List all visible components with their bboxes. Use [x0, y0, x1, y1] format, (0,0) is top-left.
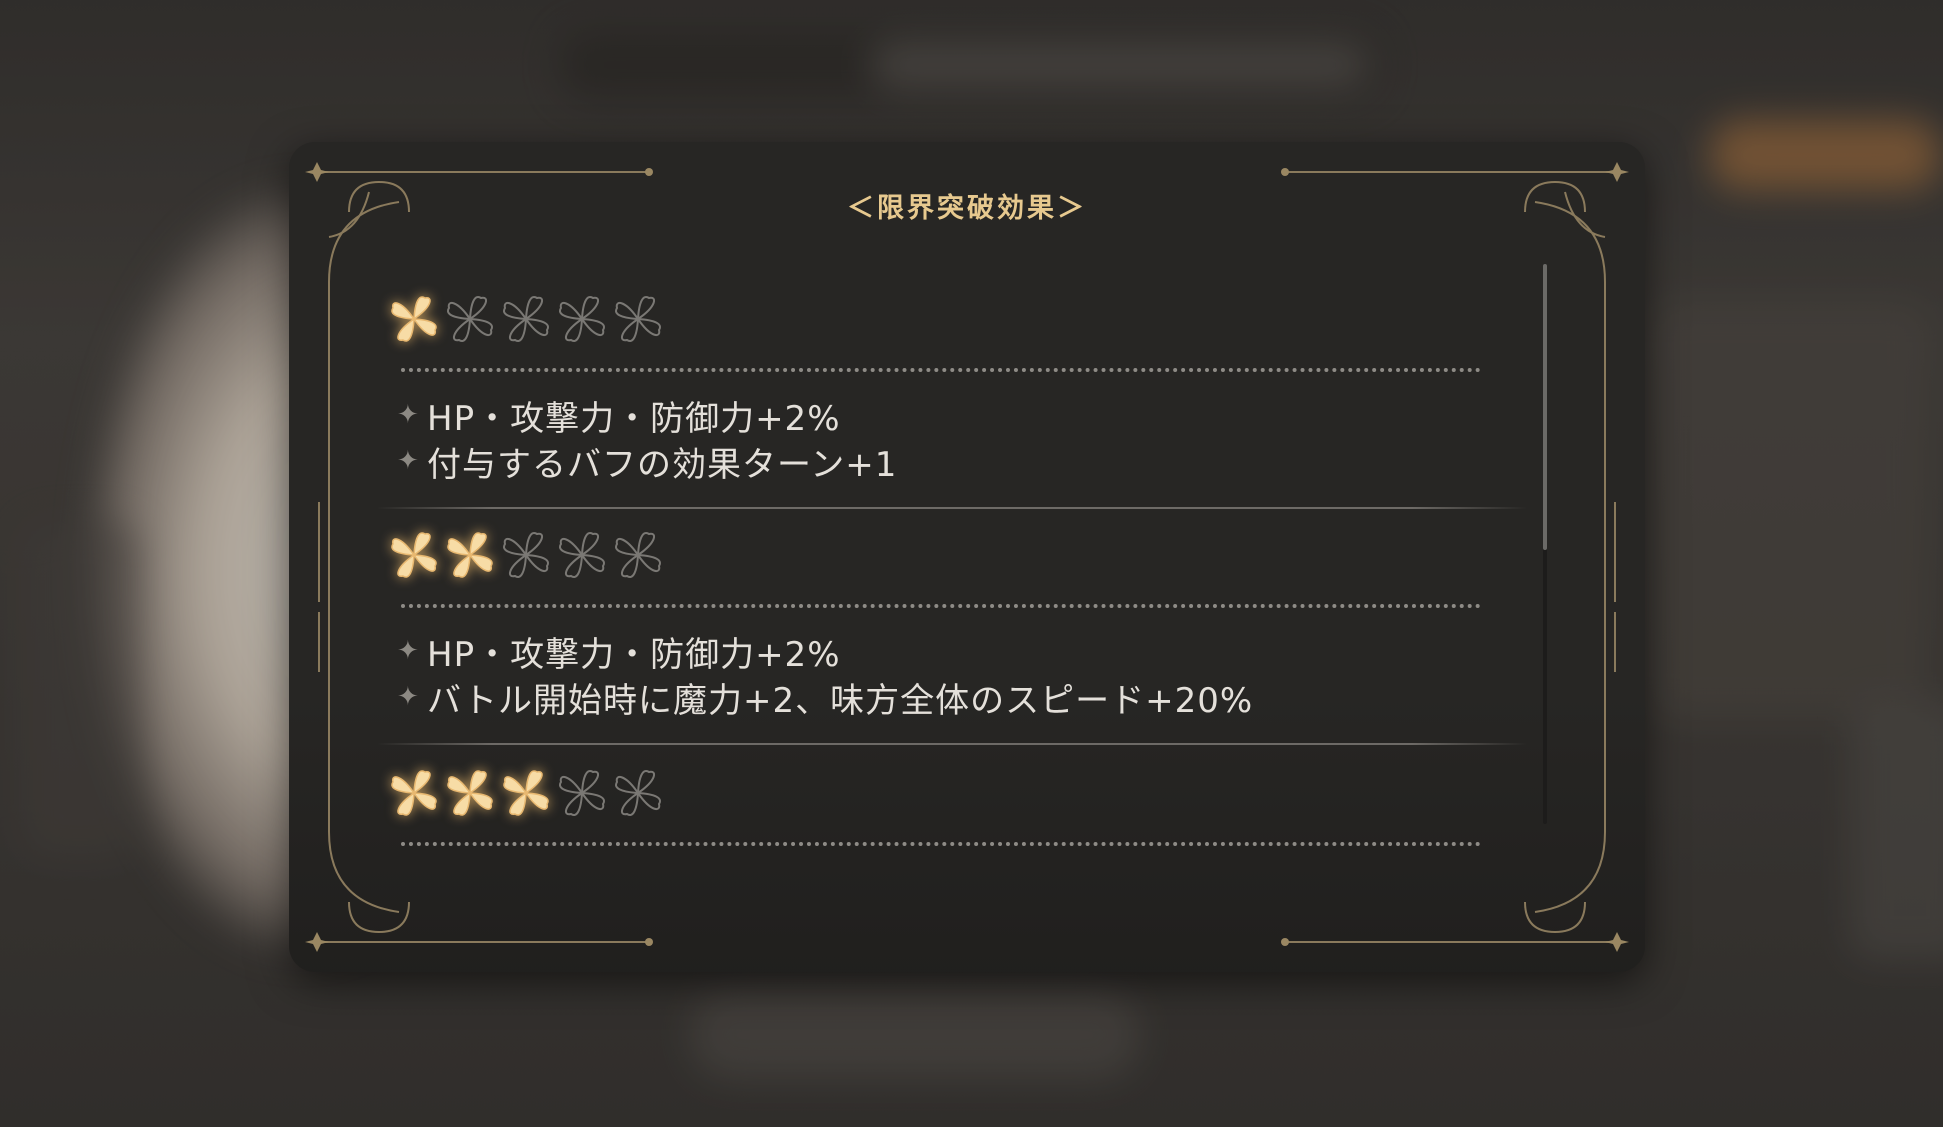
bullet-sparkle-icon: ✦ [397, 636, 420, 666]
empty-clover-star-icon [559, 296, 605, 342]
tier-1-stars [389, 294, 663, 344]
empty-clover-star-icon [559, 532, 605, 578]
filled-clover-star-icon [447, 532, 493, 578]
empty-clover-star-icon [447, 296, 493, 342]
tier-list[interactable]: ✦ HP・攻撃力・防御力+2% ✦ 付与するバフの効果ターン+1 ✦ HP・攻撃… [289, 142, 1645, 972]
effect-text: HP・攻撃力・防御力+2% [427, 634, 841, 675]
tier-3-stars [389, 768, 663, 818]
empty-clover-star-icon [503, 532, 549, 578]
effect-line: ✦ バトル開始時に魔力+2、味方全体のスピード+20% [397, 674, 1254, 721]
tier-1-effects: ✦ HP・攻撃力・防御力+2% ✦ 付与するバフの効果ターン+1 [397, 392, 898, 485]
limit-break-dialog: ＜限界突破効果＞ ✦ HP・攻撃力・防御力+2% ✦ 付与するバフの効果ターン+… [289, 142, 1645, 972]
dotted-divider [401, 368, 1481, 372]
filled-clover-star-icon [503, 770, 549, 816]
empty-clover-star-icon [615, 532, 661, 578]
filled-clover-star-icon [391, 296, 437, 342]
effect-line: ✦ HP・攻撃力・防御力+2% [397, 392, 897, 439]
empty-clover-star-icon [615, 770, 661, 816]
empty-clover-star-icon [559, 770, 605, 816]
effect-line: ✦ HP・攻撃力・防御力+2% [397, 628, 1253, 675]
filled-clover-star-icon [447, 770, 493, 816]
bullet-sparkle-icon: ✦ [397, 446, 420, 476]
tier-2-stars [389, 530, 663, 580]
effect-text: バトル開始時に魔力+2、味方全体のスピード+20% [427, 680, 1254, 721]
dotted-divider [401, 604, 1481, 608]
tier-separator [377, 507, 1527, 509]
tier-2-effects: ✦ HP・攻撃力・防御力+2% ✦ バトル開始時に魔力+2、味方全体のスピード+… [397, 628, 1254, 721]
tier-separator [377, 743, 1527, 745]
effect-line: ✦ 付与するバフの効果ターン+1 [397, 438, 898, 485]
bullet-sparkle-icon: ✦ [397, 682, 420, 712]
empty-clover-star-icon [615, 296, 661, 342]
effect-text: 付与するバフの効果ターン+1 [427, 444, 898, 485]
bullet-sparkle-icon: ✦ [397, 400, 420, 430]
effect-text: HP・攻撃力・防御力+2% [427, 398, 841, 439]
dotted-divider [401, 842, 1481, 846]
empty-clover-star-icon [503, 296, 549, 342]
filled-clover-star-icon [391, 770, 437, 816]
filled-clover-star-icon [391, 532, 437, 578]
